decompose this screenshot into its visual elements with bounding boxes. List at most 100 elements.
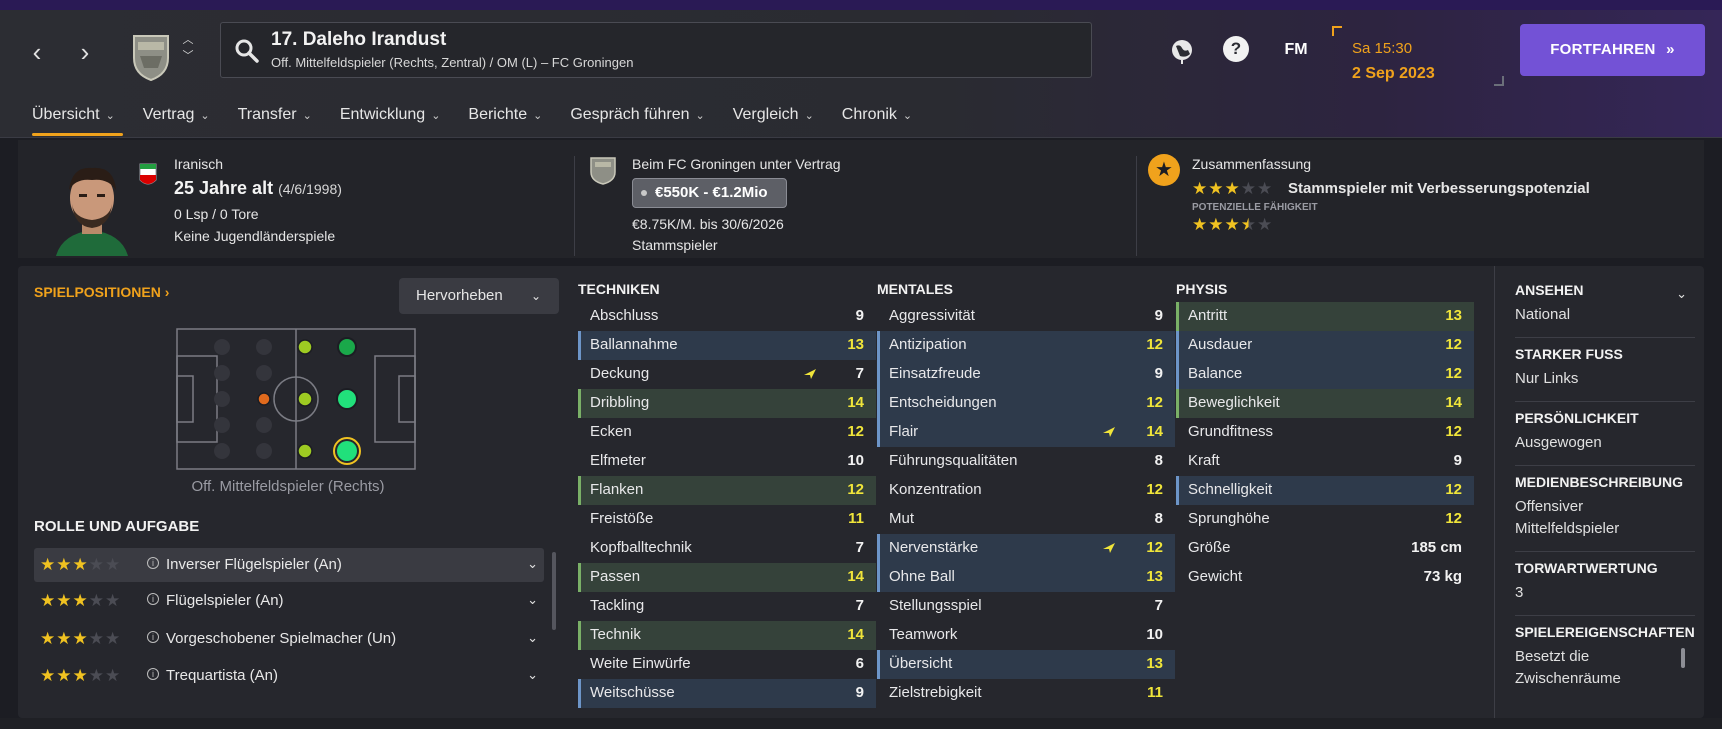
tab-transfer[interactable]: Transfer ⌄ (224, 98, 326, 138)
help-icon[interactable]: ? (1220, 34, 1252, 66)
back-arrow-icon[interactable]: ‹ (22, 37, 52, 67)
attribute-row[interactable]: Mut 8 (877, 505, 1175, 534)
info-icon[interactable]: i (147, 557, 159, 569)
chevron-down-icon[interactable]: ﹀ (180, 48, 196, 64)
attribute-row[interactable]: Ohne Ball 13 (877, 563, 1175, 592)
search-icon[interactable] (233, 37, 261, 65)
chevron-down-icon[interactable]: ⌄ (1676, 286, 1687, 302)
chevron-down-icon[interactable]: ⌄ (527, 667, 538, 683)
attribute-row[interactable]: Führungsqualitäten 8 (877, 447, 1175, 476)
attribute-value: 12 (1445, 423, 1462, 440)
attribute-row[interactable]: Konzentration 12 (877, 476, 1175, 505)
reputation-item[interactable]: ANSEHEN National ⌄ (1515, 280, 1695, 338)
chevron-down-icon[interactable]: ⌄ (527, 630, 538, 646)
attribute-row[interactable]: Ecken 12 (578, 418, 876, 447)
attribute-row[interactable]: Tackling 7 (578, 592, 876, 621)
attribute-row[interactable]: Weitschüsse 9 (578, 679, 876, 708)
attribute-row[interactable]: Passen 14 (578, 563, 876, 592)
attribute-row[interactable]: Deckung 7 (578, 360, 876, 389)
attribute-row[interactable]: Beweglichkeit 14 (1176, 389, 1474, 418)
attribute-row[interactable]: Gewicht 73 kg (1176, 563, 1474, 592)
attribute-row[interactable]: Freistöße 11 (578, 505, 876, 534)
player-avatar[interactable] (42, 156, 142, 256)
attribute-row[interactable]: Grundfitness 12 (1176, 418, 1474, 447)
role-row[interactable]: ★ ★ ★ ★ ★ i Trequartista (An) ⌄ (34, 659, 544, 693)
player-search-box[interactable]: 17. Daleho Irandust Off. Mittelfeldspiel… (220, 22, 1092, 78)
attribute-row[interactable]: Antizipation 12 (877, 331, 1175, 360)
star-icon: ★ (40, 591, 56, 610)
attribute-row[interactable]: Weite Einwürfe 6 (578, 650, 876, 679)
transfer-value-badge[interactable]: €550K - €1.2Mio (632, 178, 787, 208)
role-row[interactable]: ★ ★ ★ ★ ★ i Inverser Flügelspieler (An) ⌄ (34, 548, 544, 582)
attribute-name: Weitschüsse (590, 684, 675, 701)
attribute-value: 14 (847, 626, 864, 643)
double-chevron-icon: » (1666, 41, 1675, 58)
attribute-row[interactable]: Sprunghöhe 12 (1176, 505, 1474, 534)
attribute-row[interactable]: Kopfballtechnik 7 (578, 534, 876, 563)
attribute-row[interactable]: Abschluss 9 (578, 302, 876, 331)
tab-development[interactable]: Entwicklung ⌄ (326, 98, 455, 138)
attribute-name: Konzentration (889, 481, 982, 498)
attribute-name: Passen (590, 568, 641, 585)
club-crest-icon[interactable] (128, 28, 174, 82)
attribute-value: 9 (855, 684, 864, 701)
attribute-row[interactable]: Schnelligkeit 12 (1176, 476, 1474, 505)
attribute-row[interactable]: Flanken 12 (578, 476, 876, 505)
attribute-row[interactable]: Elfmeter 10 (578, 447, 876, 476)
attribute-row[interactable]: Entscheidungen 12 (877, 389, 1175, 418)
attribute-value: 9 (1453, 452, 1462, 469)
roles-scrollbar[interactable] (552, 552, 556, 630)
attribute-row[interactable]: Kraft 9 (1176, 447, 1474, 476)
tab-overview[interactable]: Übersicht ⌄ (18, 98, 129, 138)
attribute-name: Abschluss (590, 307, 659, 324)
tab-compare[interactable]: Vergleich ⌄ (719, 98, 828, 138)
continue-button[interactable]: FORTFAHREN » (1520, 24, 1705, 76)
highlight-dropdown[interactable]: Hervorheben ⌄ (399, 278, 559, 314)
attribute-row[interactable]: Übersicht 13 (877, 650, 1175, 679)
tab-reports[interactable]: Berichte ⌄ (454, 98, 556, 138)
attribute-row[interactable]: Technik 14 (578, 621, 876, 650)
attribute-row[interactable]: Antritt 13 (1176, 302, 1474, 331)
forward-arrow-icon[interactable]: › (70, 37, 100, 67)
star-icon: ★ (88, 591, 104, 610)
chevron-up-icon[interactable]: ︿ (180, 32, 196, 48)
attribute-value: 12 (1445, 336, 1462, 353)
attribute-row[interactable]: Nervenstärke 12 (877, 534, 1175, 563)
player-cycle-arrows[interactable]: ︿ ﹀ (180, 32, 196, 64)
attribute-row[interactable]: Zielstrebigkeit 11 (877, 679, 1175, 708)
positions-title-link[interactable]: SPIELPOSITIONEN › (34, 284, 169, 300)
attribute-row[interactable]: Ausdauer 12 (1176, 331, 1474, 360)
attribute-row[interactable]: Dribbling 14 (578, 389, 876, 418)
tab-contract[interactable]: Vertrag ⌄ (129, 98, 224, 138)
trend-arrow-icon (1103, 543, 1115, 553)
attribute-value: 14 (1146, 423, 1163, 440)
globe-icon[interactable] (1166, 34, 1198, 66)
tab-history[interactable]: Chronik ⌄ (828, 98, 926, 138)
attribute-row[interactable]: Balance 12 (1176, 360, 1474, 389)
sidebar-scrollbar[interactable] (1681, 648, 1685, 668)
position-pitch[interactable] (176, 328, 416, 470)
role-row[interactable]: ★ ★ ★ ★ ★ i Flügelspieler (An) ⌄ (34, 584, 544, 618)
tab-interaction[interactable]: Gespräch führen ⌄ (556, 98, 718, 138)
attribute-name: Deckung (590, 365, 650, 382)
fm-menu-button[interactable]: FM (1276, 34, 1316, 66)
info-icon[interactable]: i (147, 668, 159, 680)
date-display[interactable]: Sa 15:30 2 Sep 2023 (1332, 26, 1504, 86)
attribute-row[interactable]: Größe 185 cm (1176, 534, 1474, 563)
attribute-row[interactable]: Einsatzfreude 9 (877, 360, 1175, 389)
attribute-name: Teamwork (889, 626, 958, 643)
attribute-row[interactable]: Flair 14 (877, 418, 1175, 447)
attribute-name: Entscheidungen (889, 394, 997, 411)
info-icon[interactable]: i (147, 631, 159, 643)
role-row[interactable]: ★ ★ ★ ★ ★ i Vorgeschobener Spielmacher (Un) … (34, 622, 544, 656)
info-icon[interactable]: i (147, 593, 159, 605)
iran-flag-icon[interactable] (138, 162, 158, 188)
chevron-down-icon[interactable]: ⌄ (527, 592, 538, 608)
attribute-row[interactable]: Teamwork 10 (877, 621, 1175, 650)
game-date: 2 Sep 2023 (1352, 65, 1435, 82)
attribute-row[interactable]: Aggressivität 9 (877, 302, 1175, 331)
chevron-down-icon[interactable]: ⌄ (527, 556, 538, 572)
attribute-row[interactable]: Stellungsspiel 7 (877, 592, 1175, 621)
attribute-value: 12 (1445, 510, 1462, 527)
attribute-row[interactable]: Ballannahme 13 (578, 331, 876, 360)
